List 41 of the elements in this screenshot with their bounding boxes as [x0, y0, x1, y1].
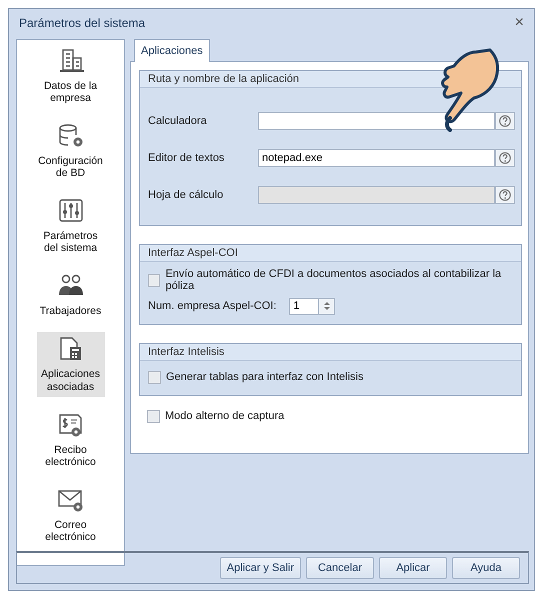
checkbox[interactable]	[148, 370, 161, 384]
sliders-icon	[56, 198, 84, 224]
sidebar-item[interactable]: Configuración de BD	[36, 119, 104, 184]
up-down-icon	[322, 300, 331, 310]
window-title: Parámetros del sistema	[19, 16, 146, 30]
tab[interactable]: Aplicaciones	[134, 39, 210, 62]
sidebar-item[interactable]: Parámetros del sistema	[36, 194, 104, 258]
sidebar-item[interactable]: Trabajadores	[36, 269, 104, 322]
checkbox-label: Envío automático de CFDI a documentos asociados al contabilizar la póliza	[165, 268, 502, 292]
database-gear-icon	[56, 123, 84, 150]
sidebar-item[interactable]: Recibo electrónico	[36, 408, 104, 472]
help-icon	[499, 114, 511, 126]
field-label: Editor de textos	[148, 152, 226, 164]
group-title: Interfaz Aspel-COI	[140, 245, 521, 262]
pointing-hand-icon	[441, 48, 500, 132]
close-button[interactable]: ×	[510, 14, 528, 32]
dialog-button[interactable]: Aplicar	[379, 557, 447, 579]
dialog-button[interactable]: Cancelar	[306, 557, 374, 579]
dialog-button[interactable]: Aplicar y Salir	[220, 557, 301, 579]
help-button[interactable]	[495, 186, 515, 204]
dialog-button[interactable]: Ayuda	[452, 557, 520, 579]
receipt-gear-icon	[56, 412, 84, 438]
path-field[interactable]	[258, 112, 495, 130]
help-icon	[499, 188, 511, 200]
field-label: Hoja de cálculo	[148, 188, 224, 200]
checkbox[interactable]	[147, 410, 160, 422]
sidebar-item[interactable]: Aplicaciones asociadas	[36, 332, 104, 397]
field-label: Calculadora	[148, 114, 208, 126]
checkbox-label: Modo alterno de captura	[165, 410, 284, 422]
sidebar-item[interactable]: Datos de la empresa	[36, 44, 104, 108]
field-label: Num. empresa Aspel-COI:	[148, 300, 276, 312]
checkbox-label: Generar tablas para interfaz con Intelisis	[166, 371, 364, 383]
help-button[interactable]	[495, 148, 515, 166]
sidebar-item[interactable]: Correo electrónico	[36, 482, 104, 547]
help-button[interactable]	[495, 112, 515, 130]
group-title: Interfaz Intelisis	[140, 344, 521, 361]
spin-button[interactable]	[319, 298, 336, 314]
help-icon	[499, 152, 511, 164]
number-field[interactable]: 1	[289, 298, 320, 314]
path-field[interactable]: notepad.exe	[258, 148, 495, 166]
checkbox[interactable]	[148, 274, 160, 286]
